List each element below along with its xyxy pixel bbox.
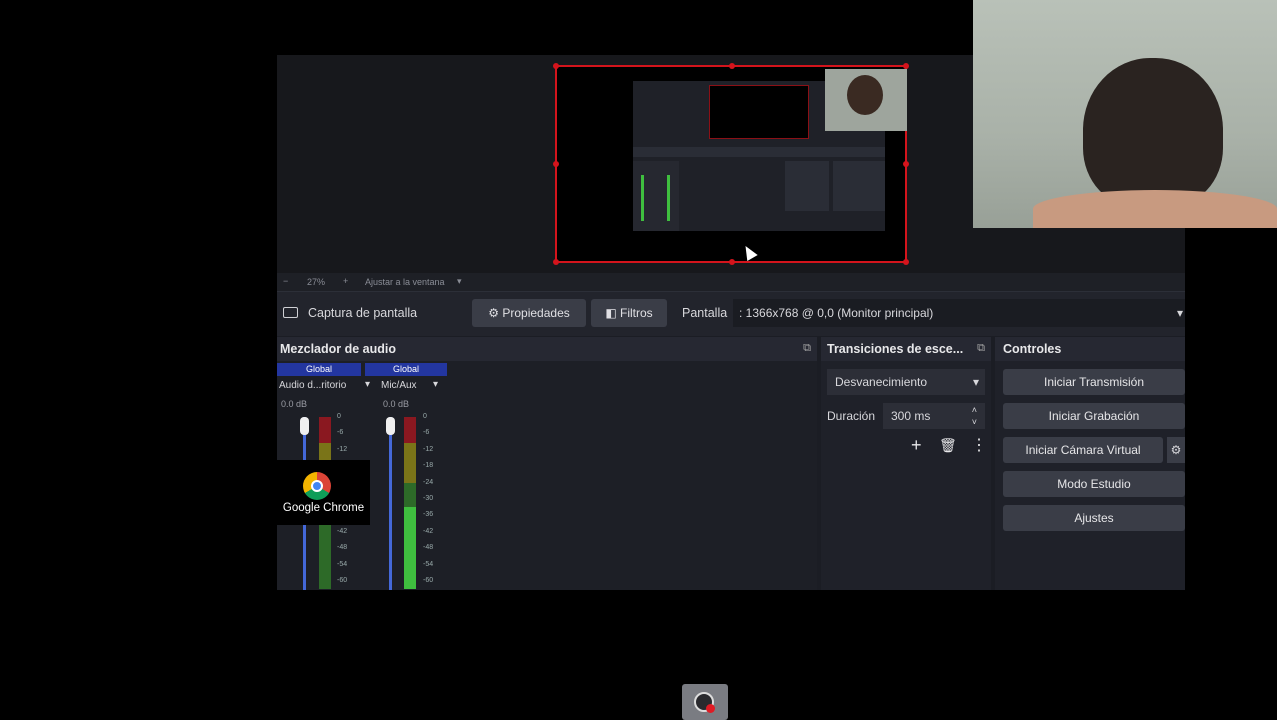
start-streaming-button[interactable]: Iniciar Transmisión [1003,369,1185,395]
nested-webcam [825,69,907,131]
nested-toolbar [633,147,885,157]
volume-fader-knob[interactable] [300,417,309,435]
channel-group-header: Global [277,363,361,376]
start-recording-button[interactable]: Iniciar Grabación [1003,403,1185,429]
meter-tick-label: -54 [337,560,348,568]
source-toolbar: Captura de pantalla ⚙ Propiedades ◧ Filt… [277,291,1185,336]
controls-title: Controles [1003,342,1062,356]
meter-tick-label: -18 [423,462,434,470]
selected-source-outline[interactable] [553,63,909,265]
undock-icon[interactable]: ⧉ [803,342,811,355]
meter-tick-label: -42 [337,527,348,535]
filter-icon: ◧ [605,306,617,320]
webcam-person-shoulders [1033,190,1277,228]
monitor-icon [283,307,298,318]
channel-volume-db: 0.0 dB [281,399,308,409]
settings-button[interactable]: Ajustes [1003,505,1185,531]
undock-icon[interactable]: ⧉ [977,342,985,355]
meter-tick-label: -60 [423,577,434,584]
webcam-person-head [1083,58,1223,208]
recording-indicator-icon [706,704,715,713]
resize-handle[interactable] [553,259,559,265]
resize-handle[interactable] [729,259,735,265]
webcam-person [847,75,883,115]
duration-label: Duración [827,409,876,423]
meter-peak-zone [404,417,416,443]
nested-mixer [633,161,679,231]
trash-icon[interactable]: 🗑 [939,437,957,454]
meter-tick-label: -30 [423,495,434,502]
meter-tick-label: -48 [337,544,348,552]
meter-tick-label: -60 [337,577,348,584]
volume-fader-knob[interactable] [386,417,395,435]
nested-meter [641,175,644,221]
screen-select[interactable]: : 1366x768 @ 0,0 (Monitor principal) ▾ [733,299,1185,327]
meter-tick-label: -6 [423,429,430,437]
meter-tick-label: -48 [423,544,434,552]
meter-warn-zone [404,443,416,483]
meter-tick-label: 0 [337,413,341,420]
studio-mode-button[interactable]: Modo Estudio [1003,471,1185,497]
nested-transitions [785,161,829,211]
chevron-down-icon[interactable]: ▾ [365,379,370,390]
transition-select[interactable]: Desvanecimiento ▾ [827,369,985,395]
source-name: Captura de pantalla [308,306,418,320]
zoom-level: 27% [307,277,326,287]
fit-window-select[interactable]: Ajustar a la ventana [365,277,445,287]
chrome-label: Google Chrome [282,502,365,514]
resize-handle[interactable] [553,63,559,69]
mixer-title: Mezclador de audio [280,342,396,356]
screen-label: Pantalla [682,306,728,320]
meter-tick-label: -54 [423,560,434,568]
nested-preview [709,85,809,139]
zoom-in-icon[interactable]: + [343,276,348,286]
chevron-down-icon: ▾ [1176,306,1183,320]
chevron-down-icon: ▾ [972,375,979,389]
duration-spinbox[interactable]: 300 ms ˄ ˅ [883,403,985,429]
scene-transitions-dock: Transiciones de esce... ⧉ Desvanecimient… [821,337,991,590]
volume-fader-track[interactable] [389,417,392,590]
channel-name: Mic/Aux [381,380,417,391]
more-options-icon[interactable]: ⋮ [971,435,987,455]
meter-tick-label: -24 [423,478,434,486]
meter-peak-zone [319,417,331,443]
channel-name: Audio d...ritorio [279,380,347,391]
meter-tick-label: -36 [423,511,434,519]
meter-tick-label: 0 [423,413,427,420]
meter-scale: 0 -6 -12 -18 -24 -30 -36 -42 -48 -54 -60 [423,413,443,589]
resize-handle[interactable] [729,63,735,69]
resize-handle[interactable] [553,161,559,167]
transitions-title: Transiciones de esce... [827,342,964,356]
meter-tick-label: -12 [423,445,434,453]
virtual-camera-settings-gear-icon[interactable]: ⚙ [1167,437,1185,463]
webcam-overlay [973,0,1277,228]
resize-handle[interactable] [903,259,909,265]
controls-dock: Controles Iniciar Transmisión Iniciar Gr… [995,337,1185,590]
properties-button[interactable]: ⚙ Propiedades [472,299,586,327]
add-icon[interactable]: + [911,435,922,456]
zoom-bar: − 27% + Ajustar a la ventana ▾ [277,273,1185,291]
nested-controls [833,161,885,211]
nested-meter [667,175,670,221]
chrome-icon [303,472,331,500]
zoom-out-icon[interactable]: − [283,276,288,286]
meter-tick-label: -42 [423,527,434,535]
google-chrome-shortcut[interactable]: Google Chrome [277,460,370,525]
filters-button[interactable]: ◧ Filtros [591,299,667,327]
chevron-down-icon[interactable]: ▾ [457,276,462,287]
chevron-down-icon[interactable]: ▾ [433,379,438,390]
taskbar-obs-icon[interactable] [682,684,728,720]
spin-down-icon[interactable]: ˅ [972,409,977,435]
channel-group-header: Global [365,363,447,376]
resize-handle[interactable] [903,161,909,167]
audio-level-active [404,507,416,589]
start-virtual-camera-button[interactable]: Iniciar Cámara Virtual [1003,437,1163,463]
meter-tick-label: -6 [337,429,344,437]
channel-volume-db: 0.0 dB [383,399,410,409]
meter-tick-label: -12 [337,445,348,453]
gear-icon: ⚙ [488,306,500,320]
